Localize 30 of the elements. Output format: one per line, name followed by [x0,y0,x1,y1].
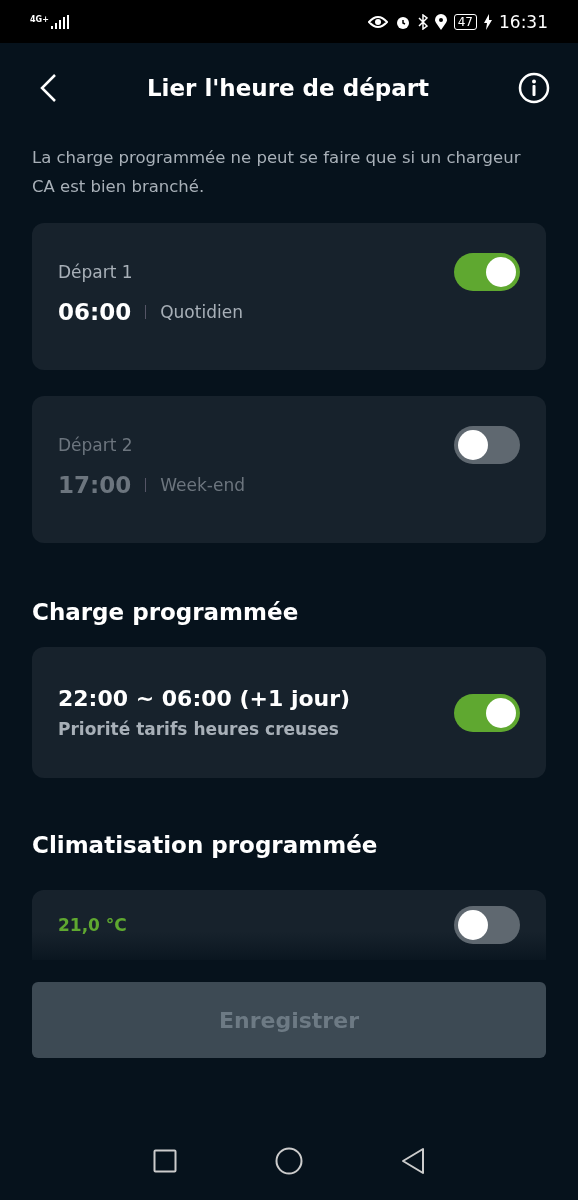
repeat-label: Week-end [160,475,245,495]
section-title: Charge programmée [32,599,300,625]
repeat-label: Quotidien [160,302,243,322]
departure-label: Départ 1 [58,262,133,282]
signal-icon [50,14,69,29]
page-title: Lier l'heure de départ [146,75,430,101]
network-label: 4G+ [30,14,49,24]
departure-label: Départ 2 [58,435,133,455]
toggle-switch[interactable] [454,253,520,291]
location-icon [434,13,447,30]
battery-level: 47 [453,13,477,30]
temperature-value: 21,0 °C [58,915,127,935]
toggle-switch[interactable] [454,693,520,732]
back-button[interactable] [38,73,58,103]
eye-icon [367,14,388,29]
charging-icon [484,13,492,30]
departure-time: 06:00 [58,299,132,325]
charge-mode: Priorité tarifs heures creuses [58,719,340,739]
clock-time: 16:31 [499,11,548,32]
toggle-switch[interactable] [454,906,520,944]
toggle-switch[interactable] [454,426,520,464]
back-icon[interactable] [401,1147,425,1175]
departure-time: 17:00 [58,472,132,498]
section-title: Climatisation programmée [32,832,379,858]
charge-time-range: 22:00 ~ 06:00 (+1 jour) [58,686,351,711]
info-note: La charge programmée ne peut se faire que si un chargeur CA est bien branché. [32,147,522,198]
home-icon[interactable] [275,1147,303,1175]
info-button[interactable] [518,72,550,104]
square-icon[interactable] [153,1149,177,1173]
bluetooth-icon [417,13,428,30]
